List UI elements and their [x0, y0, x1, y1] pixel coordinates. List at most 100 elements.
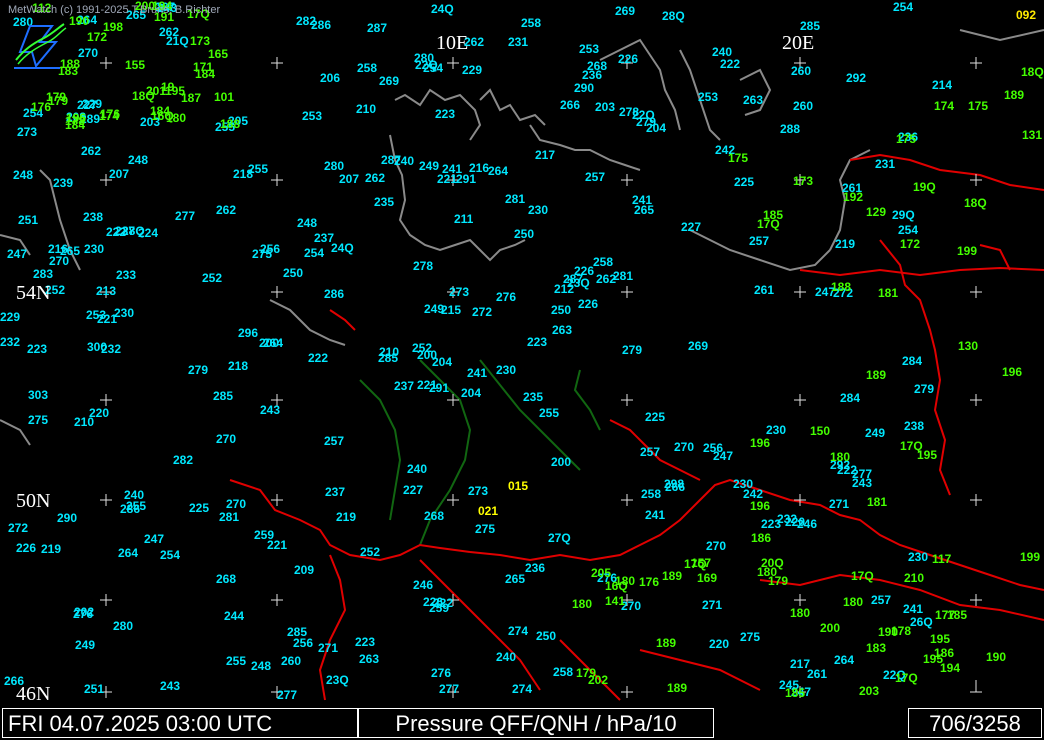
- station-value-cyan: 280: [324, 159, 344, 173]
- station-value-cyan: 223: [761, 517, 781, 531]
- station-value-cyan: 257: [324, 434, 344, 448]
- station-value-cyan: 273: [468, 484, 488, 498]
- station-value-green: 180: [830, 450, 850, 464]
- station-value-cyan: 269: [615, 4, 635, 18]
- station-value-green: 17Q: [851, 569, 874, 583]
- corner-value: 092: [1015, 8, 1036, 22]
- station-value-cyan: 275: [740, 630, 760, 644]
- station-value-cyan: 264: [488, 164, 508, 178]
- station-value-green: 205: [591, 566, 611, 580]
- station-value-cyan: 222: [720, 57, 740, 71]
- station-value-cyan: 258: [593, 255, 613, 269]
- station-value-green: 189: [667, 681, 687, 695]
- station-value-cyan: 266: [560, 98, 580, 112]
- station-value-cyan: 263: [552, 323, 572, 337]
- station-value-cyan: 223: [355, 635, 375, 649]
- metwatch-logo-icon: [14, 23, 67, 69]
- station-value-cyan: 217: [535, 148, 555, 162]
- station-value-cyan: 277: [277, 688, 297, 702]
- parameter-title: Pressure QFF/QNH / hPa/10: [358, 708, 714, 738]
- station-value-cyan: 210: [379, 345, 399, 359]
- station-value-green: 189: [1004, 88, 1024, 102]
- station-value-cyan: 250: [536, 629, 556, 643]
- station-value-cyan: 28Q: [662, 9, 685, 23]
- station-value-green: 165: [208, 47, 228, 61]
- station-value-cyan: 255: [226, 654, 246, 668]
- station-value-cyan: 284: [902, 354, 922, 368]
- station-value-green: 188: [220, 117, 240, 131]
- station-value-cyan: 236: [525, 561, 545, 575]
- station-value-cyan: 274: [508, 624, 528, 638]
- station-value-green: 130: [958, 339, 978, 353]
- station-value-cyan: 227: [681, 220, 701, 234]
- station-value-cyan: 23Q: [326, 673, 349, 687]
- station-value-cyan: 238: [83, 210, 103, 224]
- station-value-cyan: 279: [914, 382, 934, 396]
- station-value-cyan: 268: [424, 509, 444, 523]
- station-value-cyan: 225: [645, 410, 665, 424]
- station-value-cyan: 24Q: [331, 241, 354, 255]
- weather-map[interactable]: 20420720020221222122621622Q22321Q22Q2302…: [0, 0, 1044, 708]
- station-value-cyan: 203: [595, 100, 615, 114]
- station-value-cyan: 207: [339, 172, 359, 186]
- station-value-cyan: 257: [585, 170, 605, 184]
- station-value-cyan: 277: [175, 209, 195, 223]
- station-value-green: 180: [166, 111, 186, 125]
- station-value-cyan: 211: [454, 212, 474, 226]
- station-value-cyan: 230: [114, 306, 134, 320]
- station-value-green: 185: [763, 208, 783, 222]
- station-value-cyan: 269: [688, 339, 708, 353]
- status-bar: FRI 04.07.2025 03:00 UTC Pressure QFF/QN…: [0, 708, 1044, 740]
- station-value-green: 174: [934, 99, 954, 113]
- station-value-cyan: 231: [508, 35, 528, 49]
- station-value-yellow: 015: [508, 479, 528, 493]
- station-value-cyan: 264: [834, 653, 854, 667]
- station-value-cyan: 259: [254, 528, 274, 542]
- station-value-cyan: 230: [908, 550, 928, 564]
- station-value-cyan: 249: [865, 426, 885, 440]
- station-value-green: 173: [793, 174, 813, 188]
- station-value-green: 188: [831, 280, 851, 294]
- station-value-cyan: 253: [302, 109, 322, 123]
- station-value-cyan: 219: [41, 542, 61, 556]
- station-value-cyan: 280: [113, 619, 133, 633]
- station-value-green: 180: [572, 597, 592, 611]
- station-value-green: 185: [785, 686, 805, 700]
- station-value-cyan: 219: [336, 510, 356, 524]
- station-value-green: 150: [810, 424, 830, 438]
- station-value-cyan: 217: [790, 657, 810, 671]
- station-value-cyan: 276: [431, 666, 451, 680]
- station-value-cyan: 255: [539, 406, 559, 420]
- station-value-cyan: 24Q: [431, 2, 454, 16]
- station-value-cyan: 218: [228, 359, 248, 373]
- station-value-cyan: 215: [441, 303, 461, 317]
- station-value-green: 190: [878, 625, 898, 639]
- station-value-cyan: 250: [551, 303, 571, 317]
- station-value-green: 199: [957, 244, 977, 258]
- station-value-cyan: 261: [807, 667, 827, 681]
- station-value-green: 169: [697, 571, 717, 585]
- station-value-cyan: 227: [403, 483, 423, 497]
- station-value-green: 131: [1022, 128, 1042, 142]
- station-value-green: 190: [986, 650, 1006, 664]
- station-value-cyan: 218: [233, 167, 253, 181]
- station-value-cyan: 235: [523, 390, 543, 404]
- station-value-cyan: 261: [754, 283, 774, 297]
- station-value-cyan: 283: [33, 267, 53, 281]
- station-value-cyan: 219: [835, 237, 855, 251]
- station-value-cyan: 274: [512, 682, 532, 696]
- station-value-cyan: 276: [496, 290, 516, 304]
- station-value-green: 180: [790, 606, 810, 620]
- station-value-green: 117: [932, 552, 952, 566]
- station-value-cyan: 284: [840, 391, 860, 405]
- station-value-cyan: 238: [904, 419, 924, 433]
- station-value-cyan: 254: [160, 548, 180, 562]
- station-value-cyan: 223: [27, 342, 47, 356]
- station-value-cyan: 233: [116, 268, 136, 282]
- station-value-cyan: 247: [144, 532, 164, 546]
- station-value-cyan: 262: [159, 25, 179, 39]
- station-value-green: 19: [161, 80, 175, 94]
- station-value-cyan: 222: [433, 596, 453, 610]
- station-value-cyan: 254: [898, 223, 918, 237]
- datetime-field: FRI 04.07.2025 03:00 UTC: [2, 708, 358, 738]
